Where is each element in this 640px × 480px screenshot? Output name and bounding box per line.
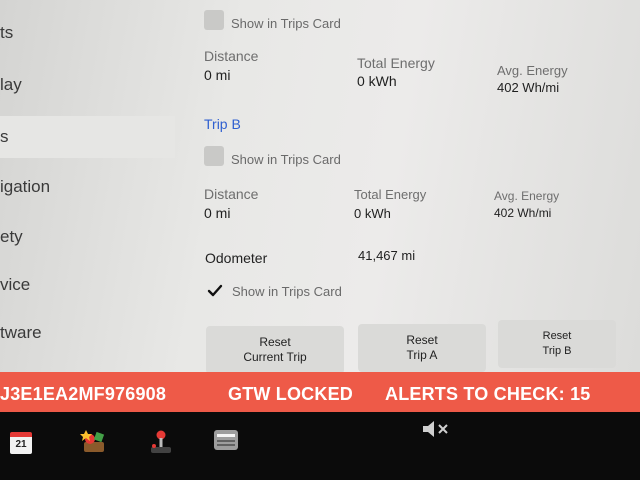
trip-a-show-label: Show in Trips Card [231,16,341,31]
toybox-icon[interactable] [80,428,108,461]
trip-a-avg-energy-value: 402 Wh/mi [497,80,560,95]
trip-b-total-energy-label: Total Energy [354,187,427,202]
trip-a-avg-energy-label: Avg. Energy [497,63,568,78]
dashcam-icon[interactable] [213,428,239,457]
reset-a-line1: Reset [406,333,438,347]
reset-a-line2: Trip A [406,348,438,362]
reset-current-line1: Reset [259,335,291,349]
trip-a-total-energy-label: Total Energy [357,55,435,71]
trip-b-show-label: Show in Trips Card [231,152,341,167]
trip-a-distance-value: 0 mi [204,67,231,83]
gtw-locked-text: GTW LOCKED [228,384,353,404]
trip-b-title: Trip B [204,116,241,132]
trip-b-distance-label: Distance [204,186,259,202]
vin-text: J3E1EA2MF976908 [0,384,167,404]
trip-b-total-energy-value: 0 kWh [354,206,391,221]
reset-current-trip-button[interactable]: Reset Current Trip [206,326,344,372]
trip-a-show-checkbox[interactable] [204,10,224,30]
alerts-count-text[interactable]: ALERTS TO CHECK: 15 [385,372,591,416]
trip-b-distance-value: 0 mi [204,205,231,221]
trip-b-show-checkbox[interactable] [204,146,224,166]
calendar-icon[interactable]: 21 [10,432,32,454]
trip-b-avg-energy-value: 402 Wh/mi [494,206,552,220]
calendar-day: 21 [15,439,27,450]
odometer-show-label: Show in Trips Card [232,284,342,299]
trip-a-distance-label: Distance [204,48,259,64]
settings-screen: ts lay s igation ety vice tware Show in … [0,0,640,372]
taskbar: 21 [0,412,640,480]
trips-panel: Show in Trips Card Distance 0 mi Total E… [0,0,640,372]
trip-a-total-energy-value: 0 kWh [357,73,397,89]
reset-trip-a-button[interactable]: Reset Trip A [358,324,486,372]
volume-muted-icon[interactable] [420,418,454,445]
reset-b-line1: Reset [542,330,572,342]
odometer-value: 41,467 mi [358,248,416,263]
checkmark-icon[interactable] [206,282,224,305]
status-alert-bar: J3E1EA2MF976908 GTW LOCKED ALERTS TO CHE… [0,372,640,412]
joystick-icon[interactable] [148,428,174,461]
reset-b-line2: Trip B [542,345,572,357]
reset-trip-b-button[interactable]: Reset Trip B [498,320,616,368]
odometer-label: Odometer [205,250,268,266]
reset-current-line2: Current Trip [243,350,307,364]
trip-b-avg-energy-label: Avg. Energy [494,189,560,203]
